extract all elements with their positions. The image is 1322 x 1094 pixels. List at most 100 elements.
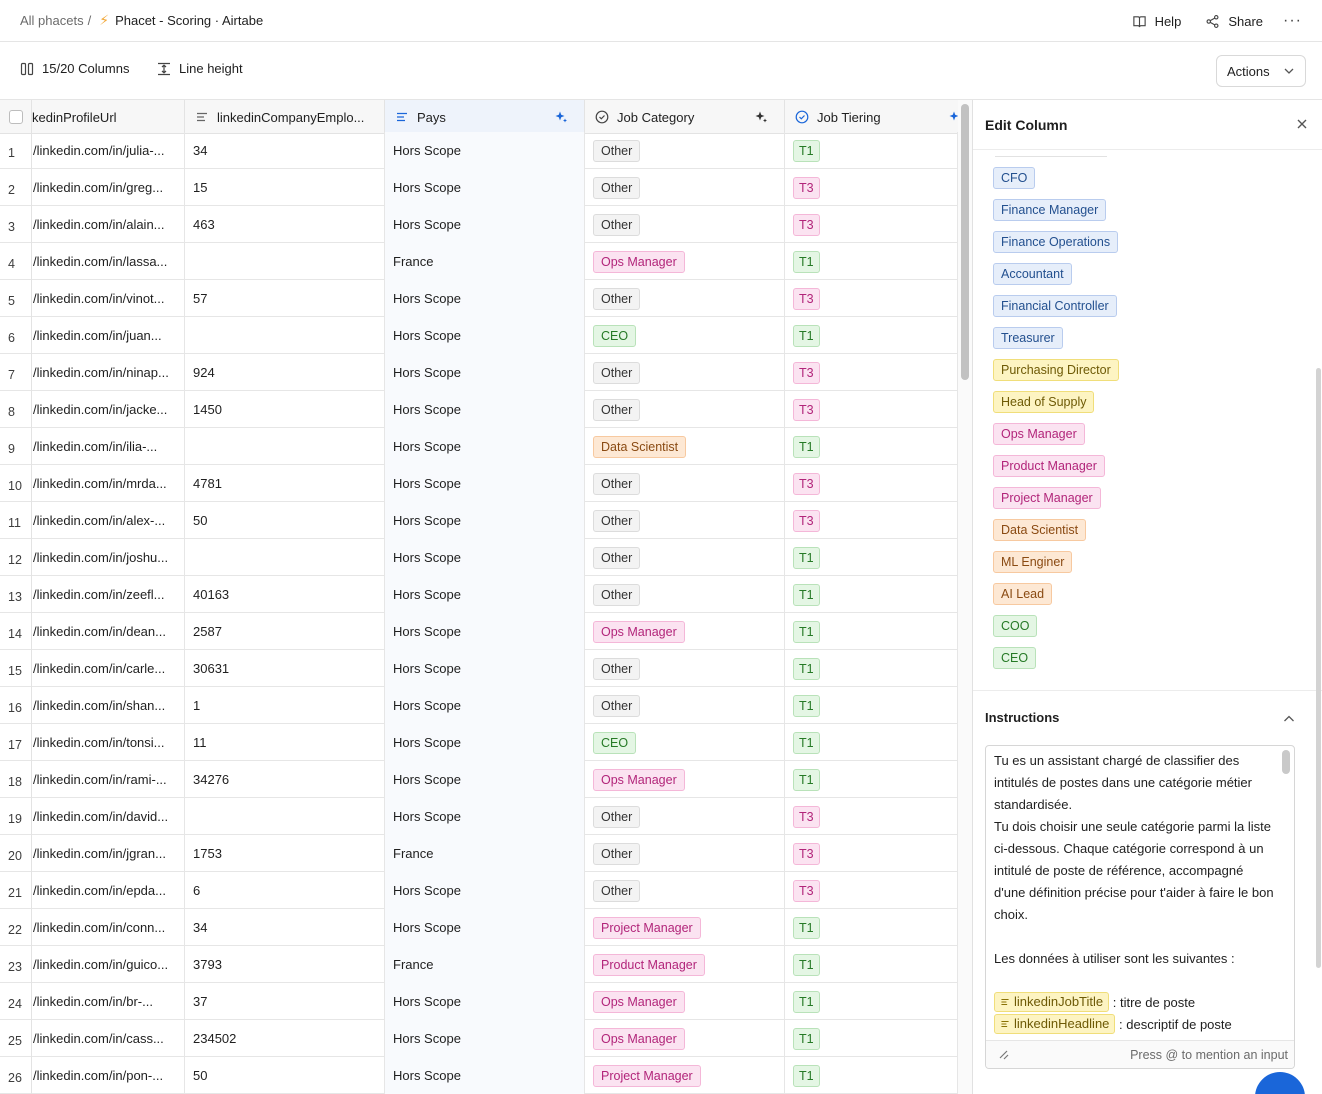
cell-profile-url[interactable]: /linkedin.com/in/david... bbox=[32, 798, 185, 835]
cell-company-employees[interactable]: 1753 bbox=[185, 835, 385, 872]
close-icon[interactable] bbox=[1294, 116, 1310, 132]
cell-profile-url[interactable]: /linkedin.com/in/greg... bbox=[32, 169, 185, 206]
instructions-scrollbar[interactable] bbox=[1282, 750, 1290, 1040]
option-tag[interactable]: Data Scientist bbox=[993, 519, 1087, 541]
cell-company-employees[interactable]: 40163 bbox=[185, 576, 385, 613]
option-tag[interactable]: Ops Manager bbox=[993, 423, 1085, 445]
table-row[interactable]: 11/linkedin.com/in/alex-... 50 Hors Scope O… bbox=[0, 502, 958, 539]
cell-company-employees[interactable] bbox=[185, 798, 385, 835]
cell-profile-url[interactable]: /linkedin.com/in/joshu... bbox=[32, 539, 185, 576]
cell-job-category[interactable]: Other bbox=[585, 650, 785, 687]
breadcrumb-parent[interactable]: All phacets bbox=[20, 13, 84, 28]
cell-job-tiering[interactable]: T3 bbox=[785, 835, 958, 872]
cell-pays[interactable]: Hors Scope bbox=[385, 687, 585, 724]
column-header-pays[interactable]: Pays bbox=[385, 100, 585, 134]
option-tag[interactable]: Accountant bbox=[993, 263, 1072, 285]
table-row[interactable]: 25/linkedin.com/in/cass... 234502 Hors Sco… bbox=[0, 1020, 958, 1057]
cell-job-category[interactable]: Other bbox=[585, 835, 785, 872]
table-row[interactable]: 16/linkedin.com/in/shan... 1 Hors Scope Oth… bbox=[0, 687, 958, 724]
table-row[interactable]: 24/linkedin.com/in/br-... 37 Hors Scope Ops… bbox=[0, 983, 958, 1020]
table-row[interactable]: 26/linkedin.com/in/pon-... 50 Hors Scope Pr… bbox=[0, 1057, 958, 1094]
table-row[interactable]: 13/linkedin.com/in/zeefl... 40163 Hors Sco… bbox=[0, 576, 958, 613]
columns-button[interactable]: 15/20 Columns bbox=[20, 61, 129, 76]
cell-profile-url[interactable]: /linkedin.com/in/zeefl... bbox=[32, 576, 185, 613]
cell-company-employees[interactable]: 50 bbox=[185, 502, 385, 539]
option-tag[interactable]: Purchasing Director bbox=[993, 359, 1119, 381]
column-header-job-tiering[interactable]: Job Tiering bbox=[785, 100, 958, 134]
cell-company-employees[interactable]: 11 bbox=[185, 724, 385, 761]
cell-job-category[interactable]: Other bbox=[585, 206, 785, 243]
cell-profile-url[interactable]: /linkedin.com/in/guico... bbox=[32, 946, 185, 983]
cell-pays[interactable]: France bbox=[385, 946, 585, 983]
cell-pays[interactable]: Hors Scope bbox=[385, 650, 585, 687]
panel-scrollbar[interactable] bbox=[1316, 158, 1321, 1068]
cell-pays[interactable]: Hors Scope bbox=[385, 354, 585, 391]
cell-job-category[interactable]: Ops Manager bbox=[585, 243, 785, 280]
cell-profile-url[interactable]: /linkedin.com/in/alex-... bbox=[32, 502, 185, 539]
cell-company-employees[interactable]: 57 bbox=[185, 280, 385, 317]
cell-profile-url[interactable]: /linkedin.com/in/mrda... bbox=[32, 465, 185, 502]
cell-job-tiering[interactable]: T1 bbox=[785, 983, 958, 1020]
cell-job-category[interactable]: Ops Manager bbox=[585, 983, 785, 1020]
table-row[interactable]: 3/linkedin.com/in/alain... 463 Hors Scope O… bbox=[0, 206, 958, 243]
chevron-up-icon[interactable] bbox=[1282, 712, 1296, 726]
cell-job-tiering[interactable]: T3 bbox=[785, 502, 958, 539]
cell-profile-url[interactable]: /linkedin.com/in/ninap... bbox=[32, 354, 185, 391]
cell-job-category[interactable]: Ops Manager bbox=[585, 761, 785, 798]
cell-pays[interactable]: Hors Scope bbox=[385, 576, 585, 613]
select-all-checkbox[interactable] bbox=[8, 110, 23, 124]
cell-job-tiering[interactable]: T1 bbox=[785, 132, 958, 169]
cell-company-employees[interactable]: 37 bbox=[185, 983, 385, 1020]
cell-job-category[interactable]: Other bbox=[585, 502, 785, 539]
cell-pays[interactable]: Hors Scope bbox=[385, 909, 585, 946]
cell-job-category[interactable]: Project Manager bbox=[585, 909, 785, 946]
cell-job-category[interactable]: Other bbox=[585, 576, 785, 613]
cell-job-tiering[interactable]: T3 bbox=[785, 391, 958, 428]
cell-job-tiering[interactable]: T1 bbox=[785, 243, 958, 280]
cell-profile-url[interactable]: /linkedin.com/in/vinot... bbox=[32, 280, 185, 317]
cell-profile-url[interactable]: /linkedin.com/in/juan... bbox=[32, 317, 185, 354]
cell-company-employees[interactable]: 34 bbox=[185, 909, 385, 946]
cell-profile-url[interactable]: /linkedin.com/in/pon-... bbox=[32, 1057, 185, 1094]
cell-job-tiering[interactable]: T1 bbox=[785, 761, 958, 798]
cell-job-category[interactable]: Other bbox=[585, 798, 785, 835]
option-tag[interactable]: AI Lead bbox=[993, 583, 1053, 605]
cell-profile-url[interactable]: /linkedin.com/in/lassa... bbox=[32, 243, 185, 280]
cell-company-employees[interactable]: 4781 bbox=[185, 465, 385, 502]
cell-pays[interactable]: Hors Scope bbox=[385, 613, 585, 650]
cell-job-tiering[interactable]: T1 bbox=[785, 687, 958, 724]
cell-job-tiering[interactable]: T1 bbox=[785, 428, 958, 465]
cell-pays[interactable]: France bbox=[385, 243, 585, 280]
cell-profile-url[interactable]: /linkedin.com/in/jacke... bbox=[32, 391, 185, 428]
table-row[interactable]: 6/linkedin.com/in/juan... Hors Scope CEO T1 bbox=[0, 317, 958, 354]
option-tag[interactable]: Product Manager bbox=[993, 455, 1105, 477]
cell-profile-url[interactable]: /linkedin.com/in/tonsi... bbox=[32, 724, 185, 761]
cell-job-category[interactable]: Other bbox=[585, 465, 785, 502]
cell-job-tiering[interactable]: T1 bbox=[785, 1057, 958, 1094]
cell-profile-url[interactable]: /linkedin.com/in/ilia-... bbox=[32, 428, 185, 465]
option-tag[interactable]: Finance Operations bbox=[993, 231, 1119, 253]
help-button[interactable]: Help bbox=[1120, 0, 1194, 42]
table-row[interactable]: 7/linkedin.com/in/ninap... 924 Hors Scope O… bbox=[0, 354, 958, 391]
mention-chip[interactable]: linkedinJobTitle bbox=[994, 992, 1110, 1012]
mention-chip[interactable]: linkedinHeadline bbox=[994, 1014, 1116, 1034]
cell-job-tiering[interactable]: T1 bbox=[785, 1020, 958, 1057]
column-header-company-employees[interactable]: linkedinCompanyEmplo... bbox=[185, 100, 385, 134]
cell-company-employees[interactable]: 6 bbox=[185, 872, 385, 909]
cell-job-tiering[interactable]: T1 bbox=[785, 650, 958, 687]
cell-job-tiering[interactable]: T1 bbox=[785, 317, 958, 354]
cell-company-employees[interactable]: 15 bbox=[185, 169, 385, 206]
cell-job-tiering[interactable]: T3 bbox=[785, 354, 958, 391]
option-tag[interactable]: CFO bbox=[993, 167, 1036, 189]
cell-pays[interactable]: Hors Scope bbox=[385, 761, 585, 798]
table-row[interactable]: 1/linkedin.com/in/julia-... 34 Hors Scope O… bbox=[0, 132, 958, 169]
cell-company-employees[interactable]: 30631 bbox=[185, 650, 385, 687]
cell-profile-url[interactable]: /linkedin.com/in/jgran... bbox=[32, 835, 185, 872]
cell-job-tiering[interactable]: T3 bbox=[785, 872, 958, 909]
cell-job-category[interactable]: CEO bbox=[585, 317, 785, 354]
panel-scroll-thumb[interactable] bbox=[1316, 368, 1321, 968]
cell-job-tiering[interactable]: T3 bbox=[785, 280, 958, 317]
cell-profile-url[interactable]: /linkedin.com/in/dean... bbox=[32, 613, 185, 650]
option-tag[interactable]: Head of Supply bbox=[993, 391, 1095, 413]
table-row[interactable]: 2/linkedin.com/in/greg... 15 Hors Scope Oth… bbox=[0, 169, 958, 206]
